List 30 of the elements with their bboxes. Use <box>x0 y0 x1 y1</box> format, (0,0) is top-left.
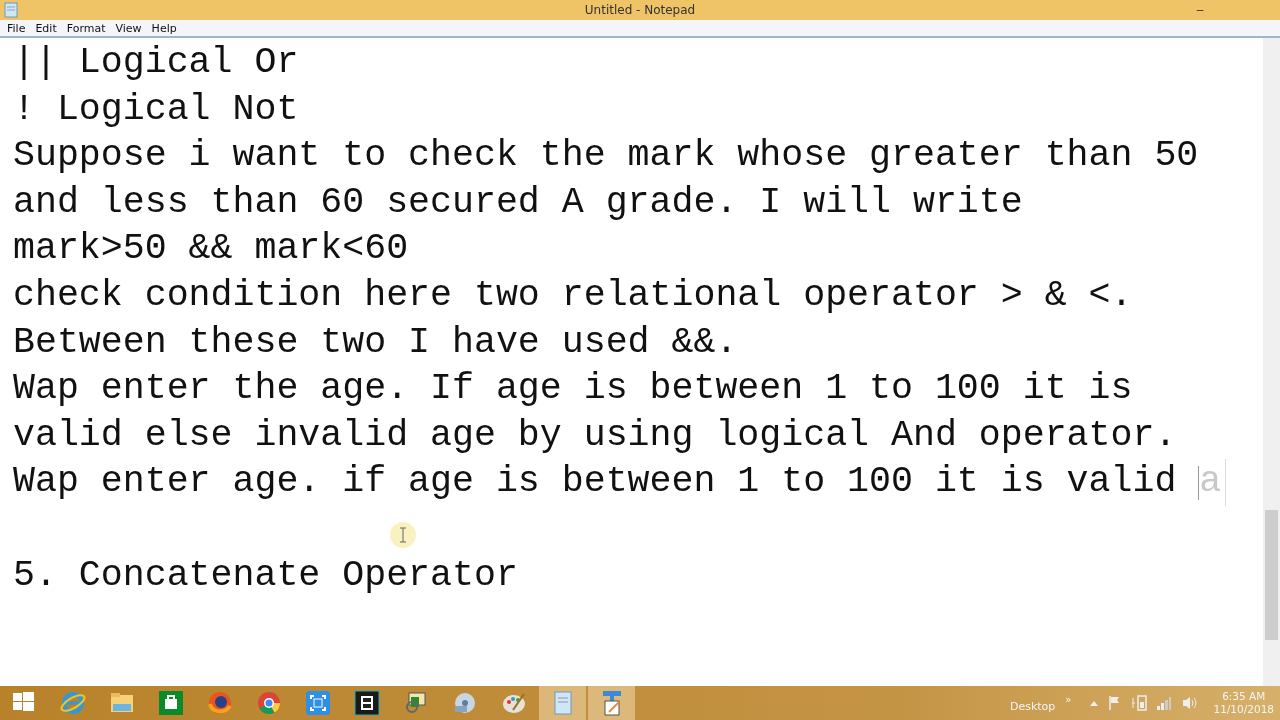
text-line: ! Logical Not <box>13 87 299 132</box>
text-line: 5. Concatenate Operator <box>13 553 518 598</box>
text-line: and less than 60 secured A grade. I will write <box>13 180 1023 225</box>
menu-item[interactable]: Help <box>146 21 182 35</box>
text-line: Wap enter age. if age is between 1 to 100 it is valid <box>13 460 1178 505</box>
menu-item[interactable]: View <box>110 21 147 35</box>
text-cursor-icon <box>388 520 418 550</box>
clock-time: 6:35 AM <box>1222 690 1266 703</box>
window-title: Untitled - Notepad <box>584 3 696 17</box>
text-caret <box>1198 465 1200 500</box>
battery-icon[interactable] <box>1131 694 1148 712</box>
film-icon <box>351 688 382 718</box>
text-line: Between these two I have used &&. <box>13 320 738 365</box>
scrollbar-thumb[interactable] <box>1265 510 1278 640</box>
menu-item[interactable]: Format <box>61 21 111 35</box>
notepad-icon <box>4 2 18 18</box>
menu-item[interactable]: Edit <box>30 21 62 35</box>
signal-icon[interactable] <box>1156 695 1173 711</box>
scrollbar[interactable] <box>1263 38 1280 686</box>
text-line: Suppose i want to check the mark whose greater than 50 <box>13 134 1199 179</box>
text-line: mark>50 && mark<60 <box>13 227 409 272</box>
minimize-button[interactable]: – <box>1186 0 1214 20</box>
menu-item[interactable]: File <box>2 21 31 35</box>
speaker-icon[interactable] <box>1181 695 1200 711</box>
text-line: Wap enter the age. If age is between 1 to 100 it is <box>13 367 1133 412</box>
text-line: || Logical Or <box>13 41 299 85</box>
clock-date: 11/10/2018 <box>1213 703 1274 716</box>
text-line: check condition here two relational operator > & <. <box>13 273 1133 318</box>
text-line: valid else invalid age by using logical And operator. <box>13 413 1177 458</box>
up-arrow-icon[interactable] <box>1089 699 1100 707</box>
